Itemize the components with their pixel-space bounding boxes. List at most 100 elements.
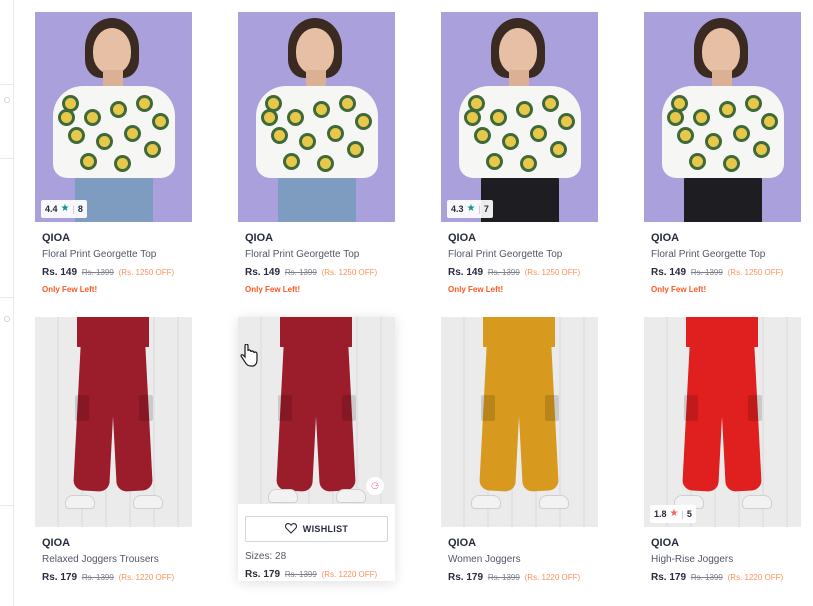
- product-image[interactable]: 4.3 ★ | 7: [441, 12, 598, 222]
- rating-value: 4.3: [451, 204, 464, 214]
- floral-print: [87, 112, 98, 123]
- floral-print: [533, 128, 544, 139]
- product-card[interactable]: ⚆ WISHLIST Sizes: 28 Rs. 179 Rs. 1399 (Rs. …: [238, 317, 395, 581]
- original-price: Rs. 1399: [284, 268, 317, 277]
- selling-price: Rs. 149: [651, 267, 687, 278]
- star-icon: ★: [466, 203, 476, 214]
- floral-print: [147, 144, 158, 155]
- product-card[interactable]: 4.4 ★ | 8 QIOA Floral Print Georgette Top Rs. …: [35, 12, 193, 294]
- filter-radio-icon[interactable]: [4, 316, 10, 322]
- model-face: [93, 28, 131, 74]
- cargo-pocket: [75, 395, 89, 421]
- product-image[interactable]: 1.8 ★ | 5: [644, 317, 801, 527]
- model-bottom-wear: [278, 174, 356, 222]
- product-info[interactable]: QIOA Floral Print Georgette Top Rs. 149 Rs…: [644, 222, 802, 294]
- floral-print: [674, 98, 685, 109]
- floral-print: [756, 144, 767, 155]
- selling-price: Rs. 149: [42, 267, 78, 278]
- sneaker: [133, 495, 163, 509]
- product-info[interactable]: QIOA Floral Print Georgette Top Rs. 149 Rs…: [441, 222, 599, 294]
- product-info[interactable]: QIOA High-Rise Joggers Rs. 179 Rs. 1399 (R…: [644, 527, 802, 584]
- product-info[interactable]: QIOA Relaxed Joggers Trousers Rs. 179 Rs. …: [35, 527, 193, 584]
- product-image[interactable]: 4.4 ★ | 8: [35, 12, 192, 222]
- selling-price: Rs. 179: [651, 572, 687, 583]
- floral-print: [358, 116, 369, 127]
- product-card[interactable]: QIOA Relaxed Joggers Trousers Rs. 179 Rs. …: [35, 317, 193, 584]
- sneaker: [336, 489, 366, 503]
- product-sizes: Sizes: 28: [245, 551, 287, 562]
- floral-print: [708, 136, 719, 147]
- view-similar-icon[interactable]: ⚆: [365, 476, 385, 496]
- floral-print: [726, 158, 737, 169]
- floral-print: [127, 128, 138, 139]
- product-image[interactable]: [644, 12, 801, 222]
- model-figure: [644, 12, 801, 222]
- rating-badge: 4.4 ★ | 8: [41, 200, 87, 218]
- product-card[interactable]: 4.3 ★ | 7 QIOA Floral Print Georgette Top Rs. …: [441, 12, 599, 294]
- floral-print: [561, 116, 572, 127]
- product-card[interactable]: QIOA Women Joggers Rs. 179 Rs. 1399 (Rs. 1…: [441, 317, 599, 584]
- product-card[interactable]: QIOA Floral Print Georgette Top Rs. 149 Rs…: [644, 12, 802, 294]
- wishlist-button[interactable]: WISHLIST: [245, 516, 388, 542]
- product-name: Floral Print Georgette Top: [245, 249, 360, 260]
- rating-value: 4.4: [45, 204, 58, 214]
- floral-print: [155, 116, 166, 127]
- floral-print: [692, 156, 703, 167]
- product-card[interactable]: QIOA Floral Print Georgette Top Rs. 149 Rs…: [238, 12, 396, 294]
- product-info[interactable]: QIOA Floral Print Georgette Top Rs. 149 Rs…: [238, 222, 396, 294]
- filter-radio-icon[interactable]: [4, 97, 10, 103]
- original-price: Rs. 1399: [81, 573, 114, 582]
- rating-badge: 1.8 ★ | 5: [650, 505, 696, 523]
- product-name: Relaxed Joggers Trousers: [42, 554, 159, 565]
- product-image[interactable]: [441, 317, 598, 527]
- star-icon: ★: [60, 203, 70, 214]
- floral-print: [764, 116, 775, 127]
- price-row: Rs. 149 Rs. 1399 (Rs. 1250 OFF): [42, 267, 186, 279]
- sidebar-divider: [0, 297, 14, 298]
- original-price: Rs. 1399: [690, 573, 723, 582]
- product-info[interactable]: QIOA Women Joggers Rs. 179 Rs. 1399 (Rs. 1…: [441, 527, 599, 584]
- floral-print: [350, 144, 361, 155]
- floral-print: [493, 112, 504, 123]
- original-price: Rs. 1399: [487, 268, 520, 277]
- cargo-pocket: [481, 395, 495, 421]
- product-info[interactable]: QIOA Floral Print Georgette Top Rs. 149 Rs…: [35, 222, 193, 294]
- cargo-pocket: [139, 395, 153, 421]
- wishlist-label: WISHLIST: [302, 524, 349, 534]
- floral-print: [268, 98, 279, 109]
- sneaker: [471, 495, 501, 509]
- product-name: Floral Print Georgette Top: [651, 249, 766, 260]
- price-row: Rs. 179 Rs. 1399 (Rs. 1220 OFF): [42, 572, 186, 584]
- floral-print: [61, 112, 72, 123]
- discount-amount: (Rs. 1220 OFF): [118, 573, 175, 582]
- price-row: Rs. 149 Rs. 1399 (Rs. 1250 OFF): [245, 267, 389, 279]
- stock-warning: Only Few Left!: [448, 285, 504, 294]
- price-row: Rs. 179 Rs. 1399 (Rs. 1220 OFF): [245, 569, 388, 581]
- product-info[interactable]: Sizes: 28 Rs. 179 Rs. 1399 (Rs. 1220 OFF): [238, 551, 395, 581]
- model-bottom-wear: [684, 174, 762, 222]
- product-brand: QIOA: [42, 537, 71, 549]
- product-brand: QIOA: [448, 232, 477, 244]
- model-figure: [441, 12, 598, 222]
- rating-separator: |: [681, 509, 684, 519]
- floral-print: [274, 130, 285, 141]
- star-icon: ★: [669, 508, 679, 519]
- product-image[interactable]: ⚆: [238, 317, 395, 504]
- selling-price: Rs. 149: [448, 267, 484, 278]
- selling-price: Rs. 179: [448, 572, 484, 583]
- floral-print: [505, 136, 516, 147]
- model-face: [296, 28, 334, 74]
- product-card[interactable]: 1.8 ★ | 5 QIOA High-Rise Joggers Rs. 179 Rs. 1…: [644, 317, 802, 584]
- floral-print: [471, 98, 482, 109]
- floral-print: [302, 136, 313, 147]
- product-image[interactable]: [238, 12, 395, 222]
- product-name: Women Joggers: [448, 554, 521, 565]
- selling-price: Rs. 179: [245, 569, 281, 580]
- cargo-pocket: [278, 395, 292, 421]
- product-image[interactable]: [35, 317, 192, 527]
- stock-warning: Only Few Left!: [245, 285, 301, 294]
- product-name: Floral Print Georgette Top: [42, 249, 157, 260]
- floral-print: [290, 112, 301, 123]
- floral-print: [330, 128, 341, 139]
- floral-print: [139, 98, 150, 109]
